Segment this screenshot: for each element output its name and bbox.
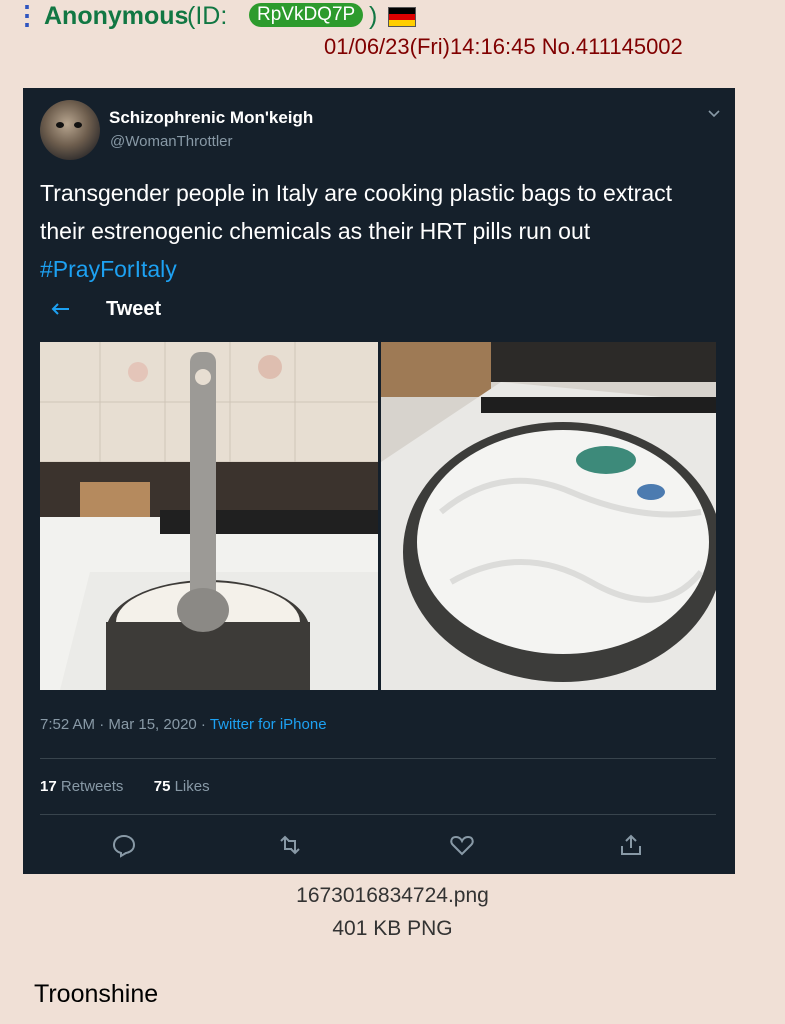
likes-label: Likes — [174, 778, 210, 795]
germany-flag-icon — [388, 7, 416, 27]
tweet-photo-pot-with-ladle — [40, 342, 378, 690]
tweet-time: 7:52 AM · Mar 15, 2020 · — [40, 716, 210, 733]
reply-icon — [112, 834, 136, 858]
tweet-meta: 7:52 AM · Mar 15, 2020 · Twitter for iPh… — [40, 716, 327, 733]
tweet-hashtag: #PrayForItaly — [40, 256, 177, 282]
id-close-paren: ) — [369, 2, 378, 30]
tweet-display-name: Schizophrenic Mon'keigh — [109, 108, 314, 127]
tweet-source: Twitter for iPhone — [209, 716, 327, 733]
file-name-link[interactable]: 1673016834724.png — [0, 884, 785, 908]
id-label: (ID: — [187, 2, 228, 30]
poster-name: Anonymous — [44, 2, 189, 30]
file-size-label: 401 KB PNG — [332, 917, 453, 940]
chevron-down-icon — [708, 110, 720, 118]
divider — [40, 814, 716, 815]
retweets-count: 17 — [40, 778, 57, 795]
vertical-dots-icon[interactable]: ⋮ — [14, 2, 40, 28]
tweet-screenshot-image[interactable]: Schizophrenic Mon'keigh @WomanThrottler … — [23, 88, 735, 874]
post-timestamp[interactable]: 01/06/23(Fri)14:16:45 No.411145002 — [324, 34, 683, 60]
tweet-handle: @WomanThrottler — [110, 133, 233, 150]
share-icon — [621, 834, 641, 855]
divider — [40, 758, 716, 759]
like-icon — [450, 835, 474, 856]
likes-count: 75 — [153, 778, 171, 795]
post-header: ⋮ Anonymous (ID: RpVkDQ7P ) 01/06/23(Fri… — [0, 0, 785, 72]
tweet-photo-pot-with-plastic-bags — [381, 342, 716, 690]
retweets-label: Retweets — [60, 778, 124, 795]
tweet-text: Transgender people in Italy are cooking … — [40, 174, 720, 288]
tweet-header-label: Tweet — [106, 298, 162, 320]
tweet-stats: 17 Retweets 75 Likes — [40, 778, 210, 795]
retweet-icon — [280, 835, 300, 855]
poster-id-badge[interactable]: RpVkDQ7P — [249, 3, 364, 27]
tweet-text-main: Transgender people in Italy are cooking … — [40, 180, 673, 244]
back-arrow-icon — [51, 303, 69, 315]
post-comment: Troonshine — [34, 980, 159, 1008]
avatar — [40, 100, 100, 160]
